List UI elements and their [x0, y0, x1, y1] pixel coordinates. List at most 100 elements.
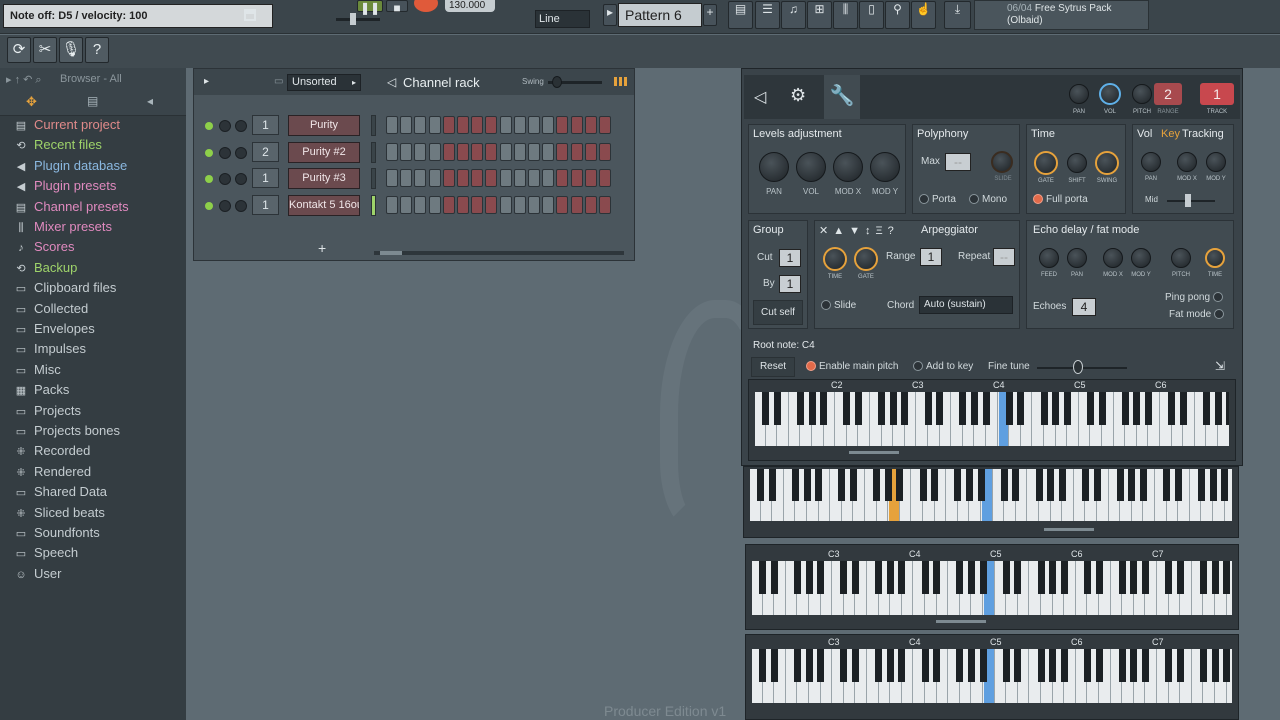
step-button[interactable] [457, 169, 469, 187]
time-gate-knob[interactable] [1034, 151, 1058, 175]
black-key[interactable] [1095, 561, 1103, 595]
black-key[interactable] [843, 392, 851, 426]
step-button[interactable] [570, 195, 583, 214]
step-button[interactable] [400, 142, 413, 161]
black-key[interactable] [875, 561, 883, 595]
tracking-mody-knob[interactable] [1206, 152, 1226, 172]
black-key[interactable] [768, 469, 776, 502]
step-button[interactable] [400, 116, 413, 134]
plugin-icon[interactable]: ⚲ [885, 1, 910, 29]
step-button[interactable] [457, 116, 469, 134]
snap-select[interactable]: Line [535, 10, 590, 28]
channel-mixer-track[interactable]: 1 [252, 115, 279, 135]
tempo-display[interactable]: 130.000 [445, 0, 495, 12]
step-button[interactable] [528, 116, 540, 134]
add-to-key-toggle[interactable]: Add to key [913, 361, 973, 372]
black-key[interactable] [956, 649, 964, 683]
black-key[interactable] [970, 392, 978, 426]
black-key[interactable] [1063, 392, 1071, 426]
mid-slider[interactable] [1167, 194, 1215, 207]
levels-modx-knob[interactable] [833, 152, 863, 182]
black-key[interactable] [1209, 469, 1217, 502]
black-key[interactable] [1226, 392, 1229, 426]
step-button[interactable] [414, 195, 427, 214]
arp-gate-knob[interactable] [854, 247, 878, 271]
keyboard-range-2[interactable] [743, 466, 1239, 538]
filter-select[interactable]: Unsorted ▸ [287, 74, 361, 91]
black-key[interactable] [936, 392, 944, 426]
pattern-prev-button[interactable]: ▸ [603, 4, 617, 26]
echo-pan-knob[interactable] [1067, 248, 1087, 268]
black-key[interactable] [1130, 561, 1138, 595]
full-porta-radio[interactable]: Full porta [1033, 194, 1088, 205]
step-button[interactable] [442, 142, 455, 161]
cut-self-button[interactable]: Cut self [753, 300, 803, 325]
black-key[interactable] [1223, 649, 1231, 683]
keyboard-range-3[interactable]: C3 C4 C5 C6 C7 [745, 544, 1239, 630]
channel-select-indicator[interactable] [371, 194, 376, 216]
project-info-icon[interactable]: ▯ [859, 1, 884, 29]
step-button[interactable] [471, 169, 484, 187]
black-key[interactable] [1144, 392, 1152, 426]
browser-item[interactable]: ⁜ Recorded [14, 441, 90, 461]
black-key[interactable] [1047, 469, 1055, 502]
black-key[interactable] [791, 469, 799, 502]
time-swing-knob[interactable] [1095, 151, 1119, 175]
channel-rack-header[interactable]: ▸ ▭ Unsorted ▸ ◁ Channel rack Swing [194, 69, 634, 95]
step-button[interactable] [499, 195, 512, 214]
black-key[interactable] [1221, 469, 1229, 502]
touch-icon[interactable]: ☝ [911, 1, 936, 29]
ping-pong-toggle[interactable]: Ping pong [1165, 292, 1226, 303]
channel-vol-knob[interactable] [1099, 83, 1121, 105]
keyboard-keys[interactable] [755, 392, 1229, 446]
black-key[interactable] [773, 392, 781, 426]
keyboard-scrollbar-2[interactable] [1044, 528, 1094, 531]
channel-mute-led[interactable] [205, 148, 213, 157]
step-button[interactable] [386, 142, 398, 161]
step-button[interactable] [584, 169, 597, 187]
black-key[interactable] [1165, 561, 1173, 595]
browser-item[interactable]: ▤ Current project [14, 115, 120, 135]
black-key[interactable] [840, 561, 848, 595]
black-key[interactable] [1128, 469, 1136, 502]
channel-name-button[interactable]: Purity [288, 115, 360, 136]
black-key[interactable] [1002, 561, 1010, 595]
channel-pan-knob[interactable] [219, 146, 231, 159]
microphone-icon[interactable]: 🎙 [59, 37, 83, 63]
step-button[interactable] [457, 195, 469, 214]
step-button[interactable] [570, 142, 583, 161]
help-icon[interactable]: ? [85, 37, 109, 63]
black-key[interactable] [849, 469, 857, 502]
rack-scrollbar[interactable] [374, 251, 624, 255]
black-key[interactable] [805, 561, 813, 595]
step-button[interactable] [513, 142, 526, 161]
plugin-settings-tab-icon[interactable]: ⚙ [790, 85, 806, 106]
channel-pan-knob[interactable] [219, 120, 231, 132]
tracking-tab-key[interactable]: Key [1161, 128, 1180, 140]
black-key[interactable] [1174, 469, 1182, 502]
pattern-selector[interactable]: Pattern 6 [618, 3, 702, 27]
black-key[interactable] [977, 469, 985, 502]
step-button[interactable] [400, 169, 413, 187]
black-key[interactable] [967, 649, 975, 683]
black-key[interactable] [820, 392, 828, 426]
black-key[interactable] [1060, 561, 1068, 595]
black-key[interactable] [1211, 561, 1219, 595]
by-input[interactable]: 1 [779, 275, 801, 293]
step-button[interactable] [556, 142, 569, 161]
channel-pan-knob[interactable] [219, 199, 231, 212]
black-key[interactable] [1052, 392, 1060, 426]
step-button[interactable] [499, 116, 512, 134]
tracking-tab-vol[interactable]: Vol [1137, 128, 1152, 140]
black-key[interactable] [808, 392, 816, 426]
playlist-icon[interactable]: ▤ [728, 1, 753, 29]
black-key[interactable] [979, 649, 987, 683]
download-icon[interactable]: ⤓ [944, 1, 971, 29]
pattern-add-button[interactable]: + [703, 4, 717, 26]
step-button[interactable] [513, 116, 526, 134]
keyboard-keys-4[interactable] [752, 649, 1232, 703]
black-key[interactable] [1002, 649, 1010, 683]
step-button[interactable] [570, 116, 583, 134]
channel-vol-knob[interactable] [235, 199, 247, 212]
cut-input[interactable]: 1 [779, 249, 801, 267]
